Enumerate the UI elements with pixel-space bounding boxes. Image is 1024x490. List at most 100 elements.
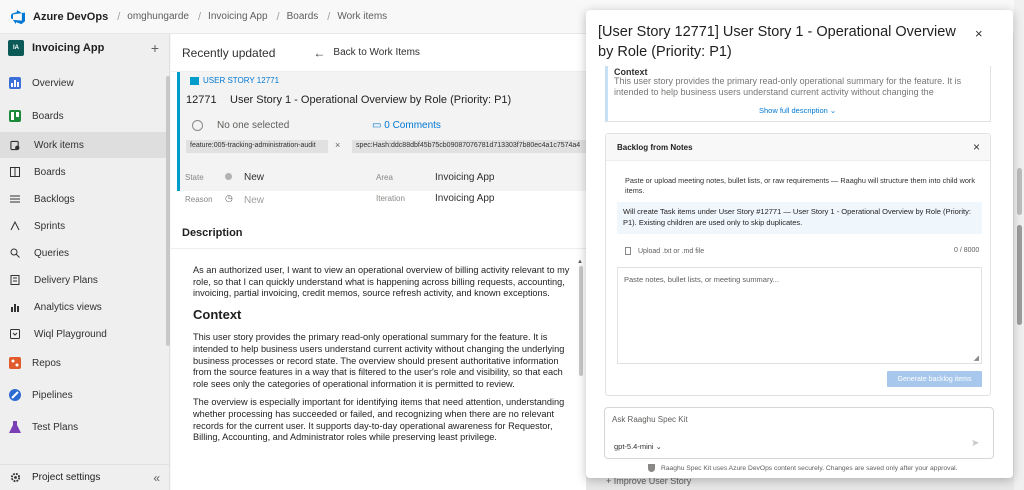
close-icon[interactable]: ×: [975, 26, 983, 41]
ask-input[interactable]: Ask Raaghu Spec Kit gpt-5.4-mini ⌄ ➤: [604, 407, 994, 459]
work-item-type[interactable]: USER STORY 12771: [190, 76, 279, 85]
description-body[interactable]: As an authorized user, I want to view an…: [193, 265, 575, 451]
collapse-nav-icon[interactable]: «: [153, 471, 160, 485]
nav-item-test-plans[interactable]: Test Plans: [0, 414, 166, 440]
pipelines-icon: [8, 388, 22, 402]
breadcrumb-separator: /: [197, 10, 202, 23]
notes-textarea[interactable]: Paste notes, bullet lists, or meeting su…: [617, 267, 982, 364]
arrow-left-icon: ←: [313, 45, 326, 60]
nav-item-label: Repos: [32, 357, 61, 369]
nav-item-wiql-playground[interactable]: Wiql Playground: [0, 321, 166, 347]
nav-item-queries[interactable]: Queries: [0, 240, 166, 266]
repos-icon: [8, 356, 22, 370]
state-value[interactable]: New: [244, 172, 264, 183]
description-paragraph: The overview is especially important for…: [193, 397, 565, 443]
backlog-card-header: Backlog from Notes ×: [606, 134, 990, 161]
nav-item-pipelines[interactable]: Pipelines: [0, 382, 166, 408]
breadcrumb-separator: /: [117, 10, 121, 23]
resize-handle-icon[interactable]: ◢: [974, 354, 979, 362]
project-settings-label: Project settings: [32, 472, 101, 483]
reason-value[interactable]: New: [244, 195, 264, 206]
nav-item-label: Queries: [34, 247, 70, 259]
work-item-title[interactable]: User Story 1 - Operational Overview by R…: [230, 94, 511, 106]
breadcrumb-work-items[interactable]: Work items: [337, 11, 387, 22]
page-scrollbar-thumb[interactable]: [1017, 225, 1022, 325]
back-to-work-items-button[interactable]: ← Back to Work Items: [313, 46, 420, 60]
ask-placeholder: Ask Raaghu Spec Kit: [612, 415, 688, 424]
project-settings[interactable]: Project settings «: [0, 464, 170, 490]
comments-label: 0 Comments: [384, 120, 441, 131]
iteration-value[interactable]: Invoicing App: [435, 193, 495, 204]
tag-spec-hash[interactable]: spec:Hash:ddc88dbf45b75cb09087076781d713…: [352, 140, 586, 153]
board-icon: [10, 167, 20, 177]
description-scrollbar[interactable]: [579, 266, 583, 376]
nav-item-work-items[interactable]: Work items: [0, 132, 166, 158]
nav-item-overview[interactable]: Overview: [0, 70, 166, 96]
nav-item-board[interactable]: Boards: [0, 159, 166, 185]
page-title: Recently updated: [182, 45, 276, 60]
send-icon[interactable]: ➤: [971, 438, 979, 449]
scroll-up-icon[interactable]: ▲: [577, 259, 583, 265]
state-label: State: [185, 173, 204, 182]
spec-kit-panel: [User Story 12771] User Story 1 - Operat…: [586, 10, 1013, 478]
nav-item-delivery-plans[interactable]: Delivery Plans: [0, 267, 166, 293]
upload-label: Upload .txt or .md file: [638, 247, 705, 255]
comments-link[interactable]: ▭ 0 Comments: [372, 120, 441, 131]
work-item-id: 12771: [186, 94, 217, 106]
nav-item-label: Delivery Plans: [34, 274, 98, 286]
breadcrumb-project[interactable]: Invoicing App: [208, 11, 268, 22]
azure-devops-logo-icon[interactable]: [10, 9, 26, 25]
breadcrumb-org[interactable]: omghungarde: [127, 11, 189, 22]
nav-item-label: Test Plans: [32, 421, 79, 433]
backlog-from-notes-card: Backlog from Notes × Paste or upload mee…: [605, 133, 991, 396]
backlog-intro-text: Paste or upload meeting notes, bullet li…: [625, 176, 976, 195]
context-preview: Context This user story provides the pri…: [605, 66, 991, 122]
shield-icon: [648, 464, 655, 472]
left-navigation: IA Invoicing App + Overview Boards Work …: [0, 34, 170, 490]
nav-item-backlogs[interactable]: Backlogs: [0, 186, 166, 212]
nav-item-boards[interactable]: Boards: [0, 103, 166, 129]
page-scrollbar-thumb[interactable]: [1017, 168, 1022, 215]
context-heading: Context: [193, 306, 242, 322]
generate-backlog-items-button[interactable]: Generate backlog items: [887, 371, 982, 387]
iteration-label: Iteration: [376, 194, 405, 203]
nav-item-sprints[interactable]: Sprints: [0, 213, 166, 239]
test-plans-icon: [8, 420, 22, 434]
model-selector[interactable]: gpt-5.4-mini ⌄: [614, 442, 662, 451]
tag-remove-icon[interactable]: ×: [335, 140, 340, 150]
nav-scrollbar[interactable]: [166, 76, 170, 346]
nav-item-analytics-views[interactable]: Analytics views: [0, 294, 166, 320]
user-story-icon: [190, 76, 199, 85]
area-label: Area: [376, 173, 393, 182]
overview-icon: [8, 76, 22, 90]
assignee-picker[interactable]: No one selected: [192, 120, 289, 131]
avatar-icon: [192, 120, 203, 131]
area-value[interactable]: Invoicing App: [435, 172, 495, 183]
project-avatar: IA: [8, 40, 24, 56]
show-full-description-link[interactable]: Show full description ⌄: [759, 106, 836, 115]
nav-item-label: Pipelines: [32, 389, 73, 401]
divider: [171, 248, 586, 249]
reason-label: Reason: [185, 195, 213, 204]
close-icon[interactable]: ×: [973, 140, 980, 154]
add-icon[interactable]: +: [151, 40, 159, 56]
comment-icon: ▭: [372, 120, 382, 131]
upload-file-button[interactable]: Upload .txt or .md file: [625, 247, 704, 255]
breadcrumb-separator: /: [276, 10, 280, 23]
tag-feature[interactable]: feature:005-tracking-administration-audi…: [186, 140, 328, 153]
nav-item-label: Boards: [32, 110, 64, 122]
queries-icon: [10, 248, 20, 258]
brand-name[interactable]: Azure DevOps: [33, 11, 108, 23]
nav-item-label: Boards: [34, 166, 66, 178]
breadcrumb-boards[interactable]: Boards: [287, 11, 319, 22]
description-heading: Description: [182, 227, 243, 239]
back-label: Back to Work Items: [333, 47, 420, 58]
file-icon: [625, 247, 631, 255]
nav-item-label: Wiql Playground: [34, 328, 107, 340]
main-header: Recently updated ← Back to Work Items: [171, 34, 586, 72]
gear-icon: [10, 472, 24, 483]
nav-item-repos[interactable]: Repos: [0, 350, 166, 376]
project-name: Invoicing App: [32, 42, 105, 54]
project-header[interactable]: IA Invoicing App +: [0, 34, 169, 62]
nav-item-label: Analytics views: [34, 301, 102, 313]
